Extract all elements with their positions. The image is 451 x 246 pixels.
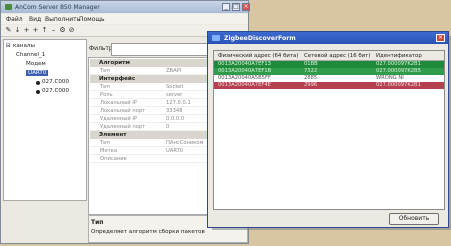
column-header-network[interactable]: Сетевой адрес (16 бит) [304, 53, 372, 59]
app-icon [5, 4, 12, 10]
table-row[interactable]: 0013A20040A7EF13 01BB 027.000097K2B1 [214, 61, 444, 68]
zigbee-discover-dialog: ZigbeeDiscoverForm × Физический адрес (6… [207, 31, 449, 228]
column-header-id[interactable]: Идентификатор [376, 53, 444, 59]
main-title-bar[interactable]: AnCom Server 850 Manager _ □ × [1, 1, 250, 13]
property-key: Тип [100, 68, 110, 74]
property-key: Удаленный порт [100, 124, 146, 130]
property-value: server [166, 92, 183, 98]
property-value: ZBAPI [166, 68, 182, 74]
cell-physical: 0013A20040A5B5FF [218, 75, 271, 81]
cell-physical: 0013A20040A7EF13 [218, 61, 271, 67]
tree-node-channels[interactable]: каналы [13, 43, 35, 49]
close-icon[interactable]: × [242, 3, 250, 11]
cell-physical: 0013A20040A7EF4E [218, 82, 271, 88]
description-text: Определяет алгоритм сборки пакетов [91, 229, 205, 235]
tree-node-device-1[interactable]: 027.C000 [42, 79, 69, 85]
gear-icon[interactable]: ⚙ [59, 27, 66, 34]
cell-network: 2996 [304, 82, 318, 88]
cell-id: 027.000097K2B1 [376, 61, 421, 67]
property-value: 0.0.0.0 [166, 116, 185, 122]
cell-id: 027.000097K2B5 [376, 68, 421, 74]
property-value: 33348 [166, 108, 183, 114]
arrow-up-icon[interactable]: ↑ [41, 27, 48, 34]
description-title: Тип [91, 219, 104, 226]
property-key: Локальный IP [100, 100, 137, 106]
dialog-icon [212, 35, 220, 41]
property-key: Роль [100, 92, 113, 98]
menu-file[interactable]: Файл [6, 16, 23, 23]
property-value: 0 [166, 124, 170, 130]
minus-icon[interactable]: – [50, 27, 57, 34]
tree-node-device-2[interactable]: 027.C000 [42, 88, 69, 94]
table-header: Физический адрес (64 бита) Сетевой адрес… [214, 51, 444, 61]
tree-node-modem[interactable]: Модем [26, 61, 46, 67]
property-key: Локальный порт [100, 108, 146, 114]
table-row[interactable]: 0013A20040A7EF4E 2996 027.000097K2B1 [214, 82, 444, 89]
tree-expander-icon[interactable]: ⊟ [6, 43, 11, 49]
plus-icon[interactable]: + [23, 27, 30, 34]
menu-help[interactable]: Помощь [79, 16, 105, 23]
property-key: Удаленный IP [100, 116, 137, 122]
refresh-button[interactable]: Обновить [389, 213, 439, 225]
minimize-icon[interactable]: _ [222, 3, 230, 11]
column-header-physical[interactable]: Физический адрес (64 бита) [218, 53, 298, 59]
cell-id: WRONG NI [376, 75, 404, 81]
cell-physical: 0013A20040A7EF1B [218, 68, 272, 74]
dialog-close-icon[interactable]: × [436, 34, 445, 42]
arrow-down-icon[interactable]: ↓ [14, 27, 21, 34]
cell-network: 7322 [304, 68, 318, 74]
property-key: Описание [100, 156, 127, 162]
dialog-title: ZigbeeDiscoverForm [224, 35, 296, 42]
main-window-title: AnCom Server 850 Manager [15, 4, 100, 11]
stop-icon[interactable]: ⊘ [68, 27, 75, 34]
cell-id: 027.000097K2B1 [376, 82, 421, 88]
property-value: 127.0.0.1 [166, 100, 191, 106]
table-row[interactable]: 0013A20040A5B5FF 2885 WRONG NI [214, 75, 444, 82]
discovered-devices-table[interactable]: Физический адрес (64 бита) Сетевой адрес… [213, 50, 445, 210]
property-value: ПАнсСоником [166, 140, 204, 146]
menu-view[interactable]: Вид [29, 16, 41, 23]
property-key: Тип [100, 84, 110, 90]
menu-run[interactable]: Выполнить [45, 16, 80, 23]
dialog-title-bar[interactable]: ZigbeeDiscoverForm × [208, 32, 448, 44]
property-key: Метка [100, 148, 118, 154]
device-icon [36, 81, 40, 85]
cell-network: 01BB [304, 61, 318, 67]
maximize-icon[interactable]: □ [232, 3, 240, 11]
device-icon [36, 90, 40, 94]
channel-tree[interactable]: ⊟ каналы Channel_1 Модем UART0 027.C000 … [3, 39, 87, 201]
tree-node-channel-1[interactable]: Channel_1 [16, 52, 45, 58]
cell-network: 2885 [304, 75, 318, 81]
pencil-icon[interactable]: ✎ [5, 27, 12, 34]
tree-node-uart0[interactable]: UART0 [26, 70, 49, 76]
menu-bar: Файл Вид Выполнить Помощь [1, 14, 248, 24]
property-value: UART0 [166, 148, 184, 154]
table-row[interactable]: 0013A20040A7EF1B 7322 027.000097K2B5 [214, 68, 444, 75]
add-icon[interactable]: + [32, 27, 39, 34]
property-key: Тип [100, 140, 110, 146]
property-value: Socket [166, 84, 184, 90]
